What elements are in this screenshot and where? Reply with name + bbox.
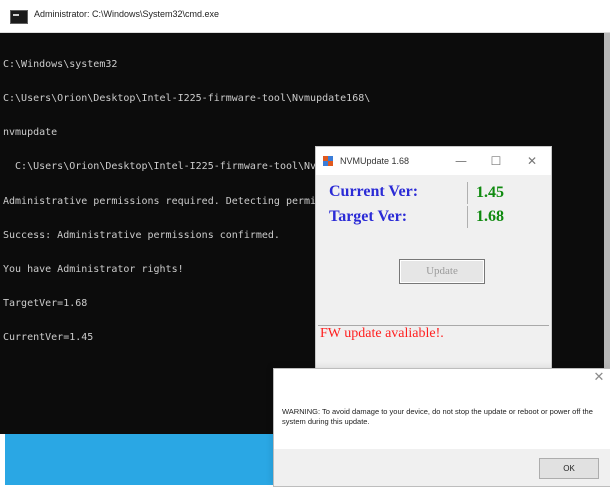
cmd-titlebar[interactable]: Administrator: C:\Windows\System32\cmd.e… [0,0,610,33]
nvmupdate-app-icon [323,156,334,166]
current-version-value: 1.45 [467,182,512,204]
desktop-background [5,434,315,485]
nvmupdate-window-title: NVMUpdate 1.68 [340,156,410,166]
console-line: nvmupdate [3,127,58,139]
close-button[interactable]: ✕ [523,153,541,169]
target-version-value: 1.68 [467,206,512,228]
minimize-button[interactable]: — [452,153,470,169]
nvmupdate-titlebar[interactable]: NVMUpdate 1.68 — ☐ ✕ [316,147,551,175]
warning-dialog: ✕ WARNING: To avoid damage to your devic… [273,368,610,487]
update-button[interactable]: Update [399,259,485,284]
update-status-text: FW update avaliable!. [320,326,444,341]
nvmupdate-window: NVMUpdate 1.68 — ☐ ✕ Current Ver: 1.45 T… [315,146,552,378]
dialog-footer: OK [274,449,610,486]
console-icon [10,10,28,24]
ok-button[interactable]: OK [539,458,599,479]
warning-message: WARNING: To avoid damage to your device,… [282,407,593,426]
target-version-label: Target Ver: [329,208,408,225]
dialog-close-icon[interactable]: ✕ [592,371,606,385]
console-line: C:\Windows\system32 [3,58,118,70]
maximize-button[interactable]: ☐ [487,153,505,169]
console-line: C:\Users\Orion\Desktop\Intel-I225-firmwa… [3,93,371,105]
current-version-label: Current Ver: [329,183,419,200]
cmd-window-title: Administrator: C:\Windows\System32\cmd.e… [34,9,220,19]
